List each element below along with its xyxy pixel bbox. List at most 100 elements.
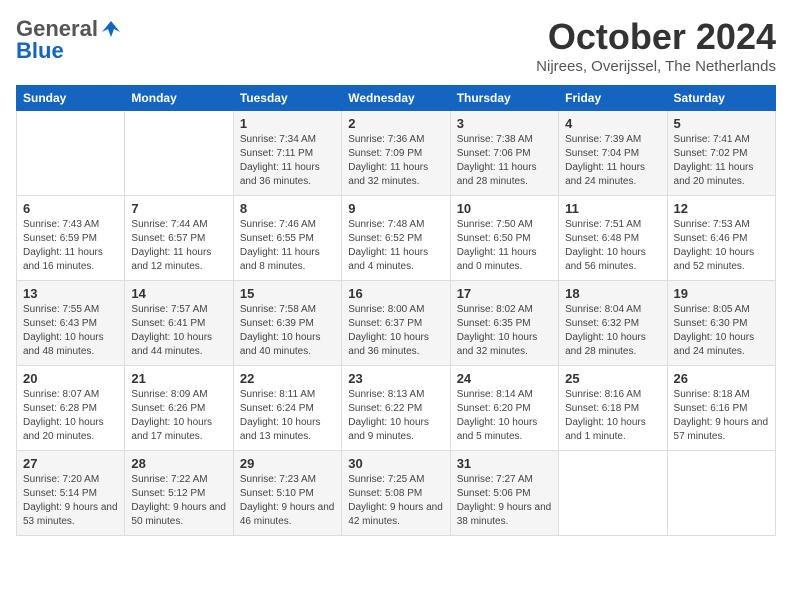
calendar-cell (17, 111, 125, 196)
day-number: 15 (240, 286, 335, 301)
calendar-cell: 9 Sunrise: 7:48 AM Sunset: 6:52 PM Daylig… (342, 196, 450, 281)
calendar-cell: 13 Sunrise: 7:55 AM Sunset: 6:43 PM Dayli… (17, 281, 125, 366)
calendar-cell: 30 Sunrise: 7:25 AM Sunset: 5:08 PM Dayli… (342, 451, 450, 536)
day-number: 4 (565, 116, 660, 131)
day-detail: Sunrise: 7:38 AM Sunset: 7:06 PM Dayligh… (457, 133, 552, 189)
day-detail: Sunrise: 7:55 AM Sunset: 6:43 PM Dayligh… (23, 303, 118, 359)
day-number: 20 (23, 371, 118, 386)
day-detail: Sunrise: 8:11 AM Sunset: 6:24 PM Dayligh… (240, 388, 335, 444)
calendar-cell: 7 Sunrise: 7:44 AM Sunset: 6:57 PM Daylig… (125, 196, 233, 281)
calendar-cell: 27 Sunrise: 7:20 AM Sunset: 5:14 PM Dayli… (17, 451, 125, 536)
calendar-cell: 6 Sunrise: 7:43 AM Sunset: 6:59 PM Daylig… (17, 196, 125, 281)
day-number: 19 (674, 286, 769, 301)
day-detail: Sunrise: 7:39 AM Sunset: 7:04 PM Dayligh… (565, 133, 660, 189)
calendar-cell: 1 Sunrise: 7:34 AM Sunset: 7:11 PM Daylig… (233, 111, 341, 196)
day-detail: Sunrise: 8:16 AM Sunset: 6:18 PM Dayligh… (565, 388, 660, 444)
calendar-cell: 22Sunrise: 8:11 AM Sunset: 6:24 PM Dayli… (233, 366, 341, 451)
calendar-cell: 21Sunrise: 8:09 AM Sunset: 6:26 PM Dayli… (125, 366, 233, 451)
day-number: 11 (565, 201, 660, 216)
calendar-cell: 31Sunrise: 7:27 AM Sunset: 5:06 PM Dayli… (450, 451, 558, 536)
day-number: 5 (674, 116, 769, 131)
day-detail: Sunrise: 7:46 AM Sunset: 6:55 PM Dayligh… (240, 218, 335, 274)
calendar-cell: 5 Sunrise: 7:41 AM Sunset: 7:02 PM Daylig… (667, 111, 775, 196)
calendar-cell: 16 Sunrise: 8:00 AM Sunset: 6:37 PM Dayli… (342, 281, 450, 366)
day-number: 6 (23, 201, 118, 216)
day-detail: Sunrise: 7:34 AM Sunset: 7:11 PM Dayligh… (240, 133, 335, 189)
calendar-cell: 19 Sunrise: 8:05 AM Sunset: 6:30 PM Dayli… (667, 281, 775, 366)
calendar-cell: 26Sunrise: 8:18 AM Sunset: 6:16 PM Dayli… (667, 366, 775, 451)
header: General Blue October 2024 Nijrees, Overi… (16, 16, 776, 75)
day-number: 3 (457, 116, 552, 131)
calendar-cell: 29 Sunrise: 7:23 AM Sunset: 5:10 PM Dayli… (233, 451, 341, 536)
location-title: Nijrees, Overijssel, The Netherlands (536, 58, 776, 75)
calendar-cell: 14Sunrise: 7:57 AM Sunset: 6:41 PM Dayli… (125, 281, 233, 366)
calendar-week-row: 13 Sunrise: 7:55 AM Sunset: 6:43 PM Dayli… (17, 281, 776, 366)
calendar-cell: 8Sunrise: 7:46 AM Sunset: 6:55 PM Daylig… (233, 196, 341, 281)
day-detail: Sunrise: 7:50 AM Sunset: 6:50 PM Dayligh… (457, 218, 552, 274)
day-detail: Sunrise: 8:13 AM Sunset: 6:22 PM Dayligh… (348, 388, 443, 444)
weekday-header-sunday: Sunday (17, 86, 125, 111)
day-number: 21 (131, 371, 226, 386)
day-number: 9 (348, 201, 443, 216)
day-detail: Sunrise: 8:05 AM Sunset: 6:30 PM Dayligh… (674, 303, 769, 359)
day-detail: Sunrise: 7:53 AM Sunset: 6:46 PM Dayligh… (674, 218, 769, 274)
day-detail: Sunrise: 8:00 AM Sunset: 6:37 PM Dayligh… (348, 303, 443, 359)
weekday-header-wednesday: Wednesday (342, 86, 450, 111)
weekday-header-friday: Friday (559, 86, 667, 111)
calendar-cell (125, 111, 233, 196)
day-detail: Sunrise: 8:14 AM Sunset: 6:20 PM Dayligh… (457, 388, 552, 444)
day-detail: Sunrise: 7:57 AM Sunset: 6:41 PM Dayligh… (131, 303, 226, 359)
weekday-header-row: SundayMondayTuesdayWednesdayThursdayFrid… (17, 86, 776, 111)
day-detail: Sunrise: 7:41 AM Sunset: 7:02 PM Dayligh… (674, 133, 769, 189)
day-number: 26 (674, 371, 769, 386)
logo-blue: Blue (16, 38, 64, 64)
day-detail: Sunrise: 8:07 AM Sunset: 6:28 PM Dayligh… (23, 388, 118, 444)
day-detail: Sunrise: 7:27 AM Sunset: 5:06 PM Dayligh… (457, 473, 552, 529)
calendar-week-row: 20 Sunrise: 8:07 AM Sunset: 6:28 PM Dayli… (17, 366, 776, 451)
calendar-cell: 28Sunrise: 7:22 AM Sunset: 5:12 PM Dayli… (125, 451, 233, 536)
day-detail: Sunrise: 7:20 AM Sunset: 5:14 PM Dayligh… (23, 473, 118, 529)
day-number: 2 (348, 116, 443, 131)
day-number: 30 (348, 456, 443, 471)
calendar-cell: 15 Sunrise: 7:58 AM Sunset: 6:39 PM Dayli… (233, 281, 341, 366)
day-number: 18 (565, 286, 660, 301)
day-number: 1 (240, 116, 335, 131)
day-detail: Sunrise: 7:44 AM Sunset: 6:57 PM Dayligh… (131, 218, 226, 274)
day-number: 29 (240, 456, 335, 471)
calendar-table: SundayMondayTuesdayWednesdayThursdayFrid… (16, 85, 776, 536)
weekday-header-saturday: Saturday (667, 86, 775, 111)
calendar-cell: 2 Sunrise: 7:36 AM Sunset: 7:09 PM Daylig… (342, 111, 450, 196)
day-number: 27 (23, 456, 118, 471)
day-detail: Sunrise: 8:02 AM Sunset: 6:35 PM Dayligh… (457, 303, 552, 359)
day-number: 13 (23, 286, 118, 301)
calendar-cell (559, 451, 667, 536)
day-detail: Sunrise: 7:58 AM Sunset: 6:39 PM Dayligh… (240, 303, 335, 359)
calendar-week-row: 27 Sunrise: 7:20 AM Sunset: 5:14 PM Dayli… (17, 451, 776, 536)
weekday-header-thursday: Thursday (450, 86, 558, 111)
weekday-header-monday: Monday (125, 86, 233, 111)
title-area: October 2024 Nijrees, Overijssel, The Ne… (536, 16, 776, 75)
calendar-week-row: 1 Sunrise: 7:34 AM Sunset: 7:11 PM Daylig… (17, 111, 776, 196)
calendar-cell: 18Sunrise: 8:04 AM Sunset: 6:32 PM Dayli… (559, 281, 667, 366)
calendar-cell: 4 Sunrise: 7:39 AM Sunset: 7:04 PM Daylig… (559, 111, 667, 196)
calendar-cell: 3 Sunrise: 7:38 AM Sunset: 7:06 PM Daylig… (450, 111, 558, 196)
calendar-cell: 11Sunrise: 7:51 AM Sunset: 6:48 PM Dayli… (559, 196, 667, 281)
day-detail: Sunrise: 7:23 AM Sunset: 5:10 PM Dayligh… (240, 473, 335, 529)
day-detail: Sunrise: 7:43 AM Sunset: 6:59 PM Dayligh… (23, 218, 118, 274)
day-detail: Sunrise: 7:22 AM Sunset: 5:12 PM Dayligh… (131, 473, 226, 529)
calendar-cell: 23 Sunrise: 8:13 AM Sunset: 6:22 PM Dayli… (342, 366, 450, 451)
calendar-cell: 17 Sunrise: 8:02 AM Sunset: 6:35 PM Dayli… (450, 281, 558, 366)
calendar-cell: 10Sunrise: 7:50 AM Sunset: 6:50 PM Dayli… (450, 196, 558, 281)
day-number: 7 (131, 201, 226, 216)
day-number: 23 (348, 371, 443, 386)
calendar-cell: 12Sunrise: 7:53 AM Sunset: 6:46 PM Dayli… (667, 196, 775, 281)
day-detail: Sunrise: 7:25 AM Sunset: 5:08 PM Dayligh… (348, 473, 443, 529)
day-detail: Sunrise: 7:36 AM Sunset: 7:09 PM Dayligh… (348, 133, 443, 189)
calendar-week-row: 6 Sunrise: 7:43 AM Sunset: 6:59 PM Daylig… (17, 196, 776, 281)
calendar-cell: 24Sunrise: 8:14 AM Sunset: 6:20 PM Dayli… (450, 366, 558, 451)
day-number: 16 (348, 286, 443, 301)
logo-bird-icon (100, 18, 122, 40)
calendar-cell: 25Sunrise: 8:16 AM Sunset: 6:18 PM Dayli… (559, 366, 667, 451)
day-detail: Sunrise: 7:48 AM Sunset: 6:52 PM Dayligh… (348, 218, 443, 274)
day-number: 17 (457, 286, 552, 301)
